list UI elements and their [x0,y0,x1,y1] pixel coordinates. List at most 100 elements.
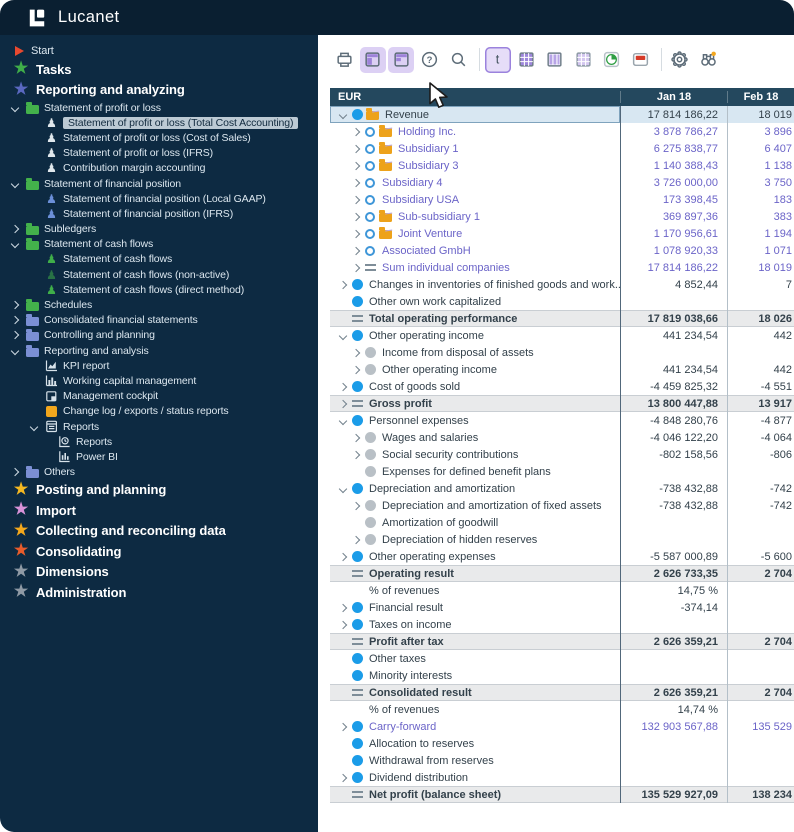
table-row-holding-inc[interactable]: Holding Inc.3 878 786,273 896 [330,123,794,140]
column-header-jan[interactable]: Jan 18 [620,91,727,103]
sidebar-item-others[interactable]: Others [0,465,318,480]
table-row-gross-profit[interactable]: Gross profit13 800 447,8813 917 [330,395,794,412]
table-row-subsidiary-4[interactable]: Subsidiary 43 726 000,003 750 [330,174,794,191]
table-row-subsidiary-3[interactable]: Subsidiary 31 140 388,431 138 [330,157,794,174]
table-row-carry-forward[interactable]: Carry-forward132 903 567,88135 529 [330,718,794,735]
table-row-withdrawal-from-reserves[interactable]: Withdrawal from reserves [330,752,794,769]
sidebar-item-power-bi[interactable]: Power BI [0,449,318,464]
table-row-income-from-disposal-of-assets[interactable]: Income from disposal of assets [330,344,794,361]
table-row-consolidated-result[interactable]: Consolidated result2 626 359,212 704 [330,684,794,701]
sidebar-item-collecting-and-reconciling-data[interactable]: ★Collecting and reconciling data [0,521,318,542]
chevron-down-icon[interactable] [336,333,349,339]
chevron-right-icon[interactable] [349,129,362,135]
chevron-right-icon[interactable] [349,435,362,441]
table-row-wages-and-salaries[interactable]: Wages and salaries-4 046 122,20-4 064 [330,429,794,446]
table-row-sum-individual-companies[interactable]: Sum individual companies17 814 186,2218 … [330,259,794,276]
sidebar-item-contribution-margin-accounting[interactable]: ♟Contribution margin accounting [0,161,318,176]
chevron-right-icon[interactable] [349,503,362,509]
chevron-down-icon[interactable] [12,348,25,354]
chevron-right-icon[interactable] [349,367,362,373]
table-row-operating-result[interactable]: Operating result2 626 733,352 704 [330,565,794,582]
chevron-right-icon[interactable] [349,197,362,203]
table-row-net-profit-balance-sheet[interactable]: Net profit (balance sheet)135 529 927,09… [330,786,794,803]
chevron-right-icon[interactable] [336,282,349,288]
sidebar-item-change-log-exports-status-reports[interactable]: Change log / exports / status reports [0,404,318,419]
sidebar-item-management-cockpit[interactable]: Management cockpit [0,389,318,404]
chevron-right-icon[interactable] [336,724,349,730]
table-row-personnel-expenses[interactable]: Personnel expenses-4 848 280,76-4 877 [330,412,794,429]
chevron-right-icon[interactable] [349,248,362,254]
sidebar-item-dimensions[interactable]: ★Dimensions [0,562,318,583]
chevron-right-icon[interactable] [349,452,362,458]
sidebar-item-import[interactable]: ★Import [0,500,318,521]
sidebar-item-statement-of-profit-or-loss[interactable]: Statement of profit or loss [0,100,318,115]
sidebar-item-start[interactable]: Start [0,42,318,59]
sidebar-item-reports[interactable]: Reports [0,419,318,434]
table-row-financial-result[interactable]: Financial result-374,14 [330,599,794,616]
search-button[interactable] [445,47,471,73]
column-header-currency[interactable]: EUR [330,91,620,103]
chevron-right-icon[interactable] [349,537,362,543]
table-row-expenses-for-defined-benefit-plans[interactable]: Expenses for defined benefit plans [330,463,794,480]
grid-light-button[interactable] [570,47,596,73]
print-button[interactable] [331,47,357,73]
sidebar-item-controlling-and-planning[interactable]: Controlling and planning [0,328,318,343]
table-row-joint-venture[interactable]: Joint Venture1 170 956,611 194 [330,225,794,242]
chevron-right-icon[interactable] [349,231,362,237]
table-row-other-own-work-capitalized[interactable]: Other own work capitalized [330,293,794,310]
table-row-depreciation-and-amortization[interactable]: Depreciation and amortization-738 432,88… [330,480,794,497]
chevron-right-icon[interactable] [349,180,362,186]
sidebar-item-statement-of-financial-position[interactable]: Statement of financial position [0,176,318,191]
table-row-other-taxes[interactable]: Other taxes [330,650,794,667]
table-row-minority-interests[interactable]: Minority interests [330,667,794,684]
sidebar-item-statement-of-cash-flows[interactable]: ♟Statement of cash flows [0,252,318,267]
chevron-right-icon[interactable] [336,554,349,560]
chevron-right-icon[interactable] [349,265,362,271]
sidebar-item-statement-of-cash-flows[interactable]: Statement of cash flows [0,237,318,252]
grid-cols-button[interactable] [542,47,568,73]
binoculars-button[interactable] [695,47,721,73]
sidebar-item-posting-and-planning[interactable]: ★Posting and planning [0,480,318,501]
sidebar-item-consolidated-financial-statements[interactable]: Consolidated financial statements [0,313,318,328]
chevron-right-icon[interactable] [12,317,25,323]
table-row-cost-of-goods-sold[interactable]: Cost of goods sold-4 459 825,32-4 551 [330,378,794,395]
sphere-button[interactable] [599,47,625,73]
table-row-other-operating-expenses[interactable]: Other operating expenses-5 587 000,89-5 … [330,548,794,565]
chevron-right-icon[interactable] [336,384,349,390]
table-row-subsidiary-usa[interactable]: Subsidiary USA173 398,45183 [330,191,794,208]
table-row-sub-subsidiary-1[interactable]: Sub-subsidiary 1369 897,36383 [330,208,794,225]
table-row-depreciation-of-hidden-reserves[interactable]: Depreciation of hidden reserves [330,531,794,548]
table-row-subsidiary-1[interactable]: Subsidiary 16 275 838,776 407 [330,140,794,157]
chevron-right-icon[interactable] [336,605,349,611]
chevron-right-icon[interactable] [12,332,25,338]
chevron-right-icon[interactable] [349,214,362,220]
sidebar-item-reporting-and-analyzing[interactable]: ★Reporting and analyzing [0,80,318,101]
sidebar-item-kpi-report[interactable]: KPI report [0,358,318,373]
sidebar-item-subledgers[interactable]: Subledgers [0,222,318,237]
grid-solid-button[interactable] [513,47,539,73]
chevron-down-icon[interactable] [12,241,25,247]
table-row-other-operating-income[interactable]: Other operating income441 234,54442 [330,327,794,344]
table-row-of-revenues[interactable]: % of revenues14,74 % [330,701,794,718]
sidebar-item-administration[interactable]: ★Administration [0,582,318,603]
text-mode-button[interactable]: t [485,47,511,73]
sidebar-item-statement-of-cash-flows-non-active[interactable]: ♟Statement of cash flows (non-active) [0,267,318,282]
chevron-right-icon[interactable] [349,146,362,152]
sidebar-item-reporting-and-analysis[interactable]: Reporting and analysis [0,343,318,358]
chevron-right-icon[interactable] [336,775,349,781]
sidebar-item-statement-of-profit-or-loss-ifrs[interactable]: ♟Statement of profit or loss (IFRS) [0,146,318,161]
table-row-of-revenues[interactable]: % of revenues14,75 % [330,582,794,599]
table-row-other-operating-income[interactable]: Other operating income441 234,54442 [330,361,794,378]
chevron-down-icon[interactable] [12,181,25,187]
sidebar-item-statement-of-financial-position-local-gaap[interactable]: ♟Statement of financial position (Local … [0,191,318,206]
sidebar-item-consolidating[interactable]: ★Consolidating [0,541,318,562]
table-row-amortization-of-goodwill[interactable]: Amortization of goodwill [330,514,794,531]
table-row-profit-after-tax[interactable]: Profit after tax2 626 359,212 704 [330,633,794,650]
chevron-down-icon[interactable] [31,424,44,430]
chevron-down-icon[interactable] [336,112,349,118]
column-header-feb[interactable]: Feb 18 [727,91,794,103]
sidebar-item-schedules[interactable]: Schedules [0,297,318,312]
chevron-down-icon[interactable] [12,105,25,111]
chevron-right-icon[interactable] [336,401,349,407]
table-row-taxes-on-income[interactable]: Taxes on income [330,616,794,633]
